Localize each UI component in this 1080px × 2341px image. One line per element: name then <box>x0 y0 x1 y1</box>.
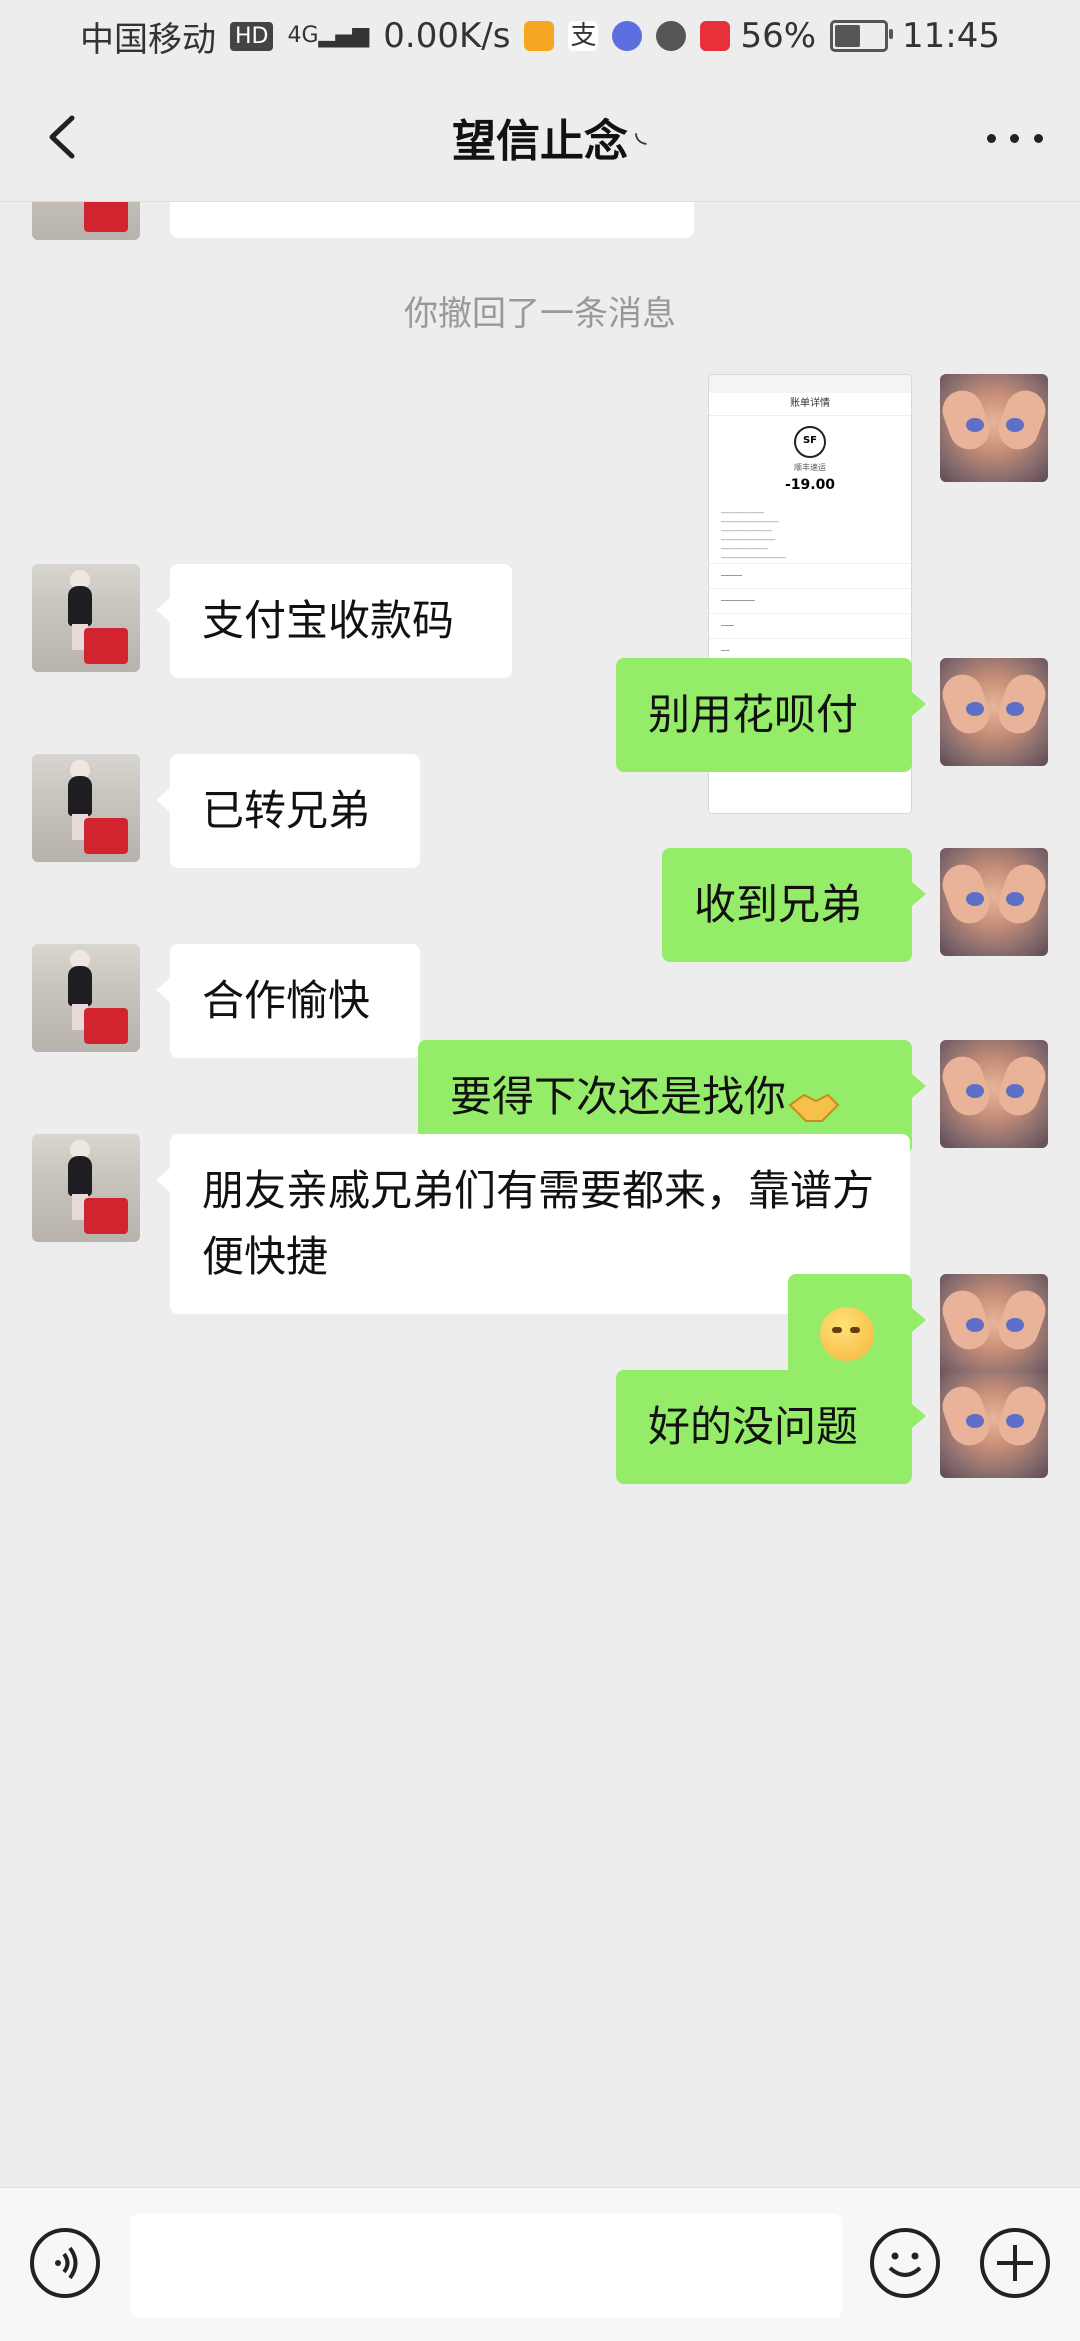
receipt-title: 账单详情 <box>709 393 911 416</box>
more-button[interactable] <box>980 108 1050 168</box>
chat-header: 望信止念 ◟ <box>0 72 1080 202</box>
avatar-eye <box>966 1084 984 1098</box>
emoji-button[interactable] <box>870 2228 940 2298</box>
network-speed: 0.00K/s <box>383 16 511 56</box>
avatar-self[interactable] <box>940 1274 1048 1382</box>
avatar-eye <box>966 702 984 716</box>
message-text: 收到兄弟 <box>694 880 863 929</box>
message-bubble-received[interactable]: 支付宝收款码 <box>156 564 512 678</box>
message-input[interactable] <box>130 2214 842 2318</box>
recall-notice: 你撤回了一条消息 <box>404 294 676 334</box>
status-right: 56% 11:45 <box>740 16 1000 56</box>
smirk-emoji-icon <box>820 1306 874 1361</box>
alipay-notification-icon: 支 <box>568 21 599 51</box>
receipt-section: ──────── <box>709 588 911 613</box>
message-bubble-sent[interactable]: 好的没问题 <box>616 1370 926 1484</box>
back-button[interactable] <box>30 102 100 172</box>
avatar-other[interactable] <box>32 754 140 862</box>
receipt-line: ───────────── <box>721 546 768 553</box>
receipt-line: ──────────────── <box>721 519 779 526</box>
message-text: 好的没问题 <box>648 1402 859 1451</box>
clock: 11:45 <box>902 16 1000 56</box>
message-bubble-received[interactable]: 合作愉快 <box>156 944 420 1058</box>
avatar-self[interactable] <box>940 1040 1048 1148</box>
avatar-eye <box>1006 1318 1024 1332</box>
status-bar: 中国移动 HD 4G▂▄▆ 0.00K/s 支 56% 11:45 <box>0 0 1080 72</box>
network-label: 4G <box>287 23 319 48</box>
input-bar <box>0 2187 1080 2341</box>
receipt-section: ───── <box>709 563 911 588</box>
more-icon <box>987 133 997 143</box>
avatar-eye <box>1006 892 1024 906</box>
avatar-figure <box>68 776 92 816</box>
avatar-other[interactable] <box>32 944 140 1052</box>
receipt-line: ──────────── <box>721 510 765 517</box>
avatar-other[interactable] <box>32 1134 140 1242</box>
avatar-figure <box>68 966 92 1006</box>
music-notification-icon <box>612 21 643 51</box>
app-notification-icon <box>524 21 555 51</box>
more-icon-dot <box>1010 133 1020 143</box>
avatar-eye <box>966 418 984 432</box>
handshake-emoji-icon <box>786 1080 842 1122</box>
receipt-line: ─────────────── <box>721 537 776 544</box>
voice-button[interactable] <box>30 2228 100 2298</box>
voice-icon <box>55 2246 78 2280</box>
plus-button[interactable] <box>980 2228 1050 2298</box>
avatar-self[interactable] <box>940 374 1048 482</box>
back-icon <box>49 115 75 159</box>
message-text: 合作愉快 <box>202 976 371 1025</box>
avatar-eye <box>1006 702 1024 716</box>
message-bubble-sent[interactable]: 收到兄弟 <box>662 848 926 962</box>
hd-badge: HD <box>230 21 274 51</box>
receipt-section: ─── <box>709 613 911 638</box>
avatar-basket <box>84 818 128 854</box>
more-icon-dot <box>1033 133 1043 143</box>
avatar-eye <box>966 1414 984 1428</box>
receipt-amount: -19.00 <box>784 477 836 493</box>
receipt-logo: SF <box>794 426 826 458</box>
message-text: 朋友亲戚兄弟们有需要都来，靠谱方便快捷 <box>202 1166 875 1281</box>
message-bubble-partial[interactable] <box>170 202 694 238</box>
avatar-basket <box>84 628 128 664</box>
avatar-eye <box>1006 1414 1024 1428</box>
message-notification-icon <box>656 21 687 51</box>
typing-indicator-icon: ◟ <box>635 114 647 149</box>
signal-icon: 4G▂▄▆ <box>287 23 370 48</box>
emoji-icon <box>888 2252 922 2277</box>
chat-title: 望信止念 <box>452 115 628 167</box>
avatar-self[interactable] <box>940 1370 1048 1478</box>
avatar-basket <box>84 202 128 232</box>
message-bubble-received[interactable]: 已转兄弟 <box>156 754 420 868</box>
avatar-eye <box>1006 418 1024 432</box>
receipt-status-strip <box>709 375 911 393</box>
avatar-basket <box>84 1008 128 1044</box>
battery-icon <box>830 20 894 52</box>
avatar-figure <box>68 1156 92 1196</box>
avatar-figure <box>68 586 92 626</box>
avatar-eye <box>966 892 984 906</box>
carrier-label: 中国移动 <box>80 19 216 60</box>
avatar-basket <box>84 1198 128 1234</box>
status-left: 中国移动 HD 4G▂▄▆ 0.00K/s 支 <box>80 12 731 61</box>
avatar-other[interactable] <box>32 202 140 240</box>
message-text: 要得下次还是找你 <box>450 1072 787 1121</box>
message-text: 已转兄弟 <box>202 786 371 835</box>
avatar-other[interactable] <box>32 564 140 672</box>
receipt-line: ────────────────── <box>721 555 787 562</box>
avatar-eye <box>966 1318 984 1332</box>
message-text: 支付宝收款码 <box>202 596 455 645</box>
battery-fill <box>835 25 860 47</box>
store-notification-icon <box>700 21 731 51</box>
avatar-self[interactable] <box>940 848 1048 956</box>
receipt-line: ────────────── <box>721 528 772 535</box>
avatar-eye <box>1006 1084 1024 1098</box>
avatar-self[interactable] <box>940 658 1048 766</box>
receipt-merchant: 顺丰速运 <box>794 463 826 472</box>
message-bubble-sent[interactable]: 别用花呗付 <box>616 658 926 772</box>
message-text: 别用花呗付 <box>648 690 859 739</box>
battery-percent: 56% <box>740 16 817 56</box>
message-list[interactable]: 你撤回了一条消息 账单详情 SF 顺丰速运 -19.00 ───────────… <box>0 202 1080 2187</box>
